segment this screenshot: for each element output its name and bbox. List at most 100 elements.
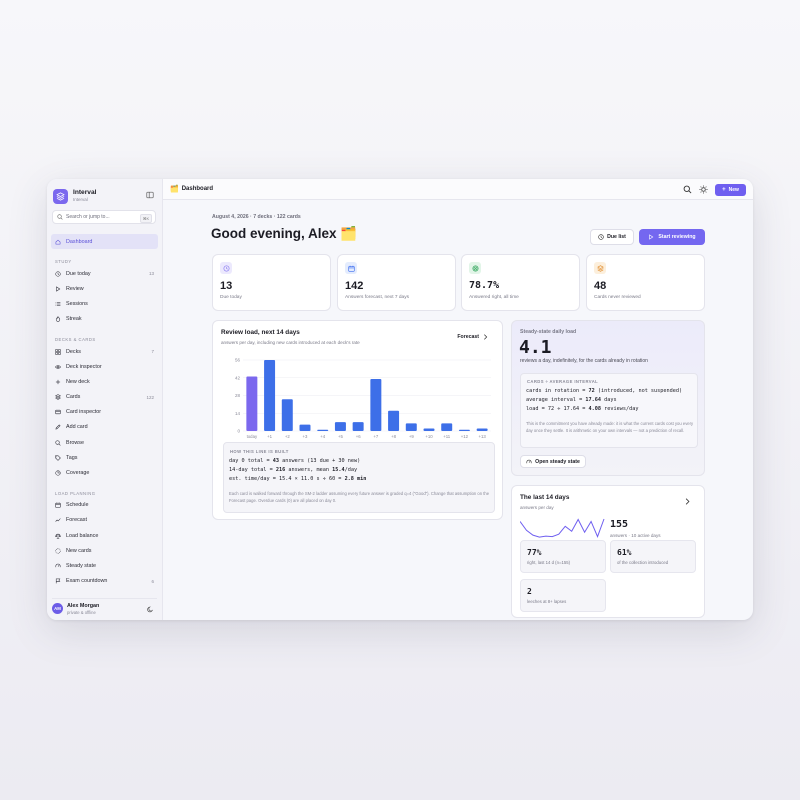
sidebar-item-schedule[interactable]: Schedule <box>51 498 158 513</box>
due-list-button[interactable]: Due list <box>590 229 634 245</box>
sidebar-item-dashboard[interactable]: Dashboard <box>51 234 158 250</box>
bar[interactable] <box>352 422 364 431</box>
sidebar-item-label: Forecast <box>66 517 87 524</box>
tile-label: right, last 14 d (n=155) <box>527 560 571 565</box>
bar[interactable] <box>476 428 488 431</box>
sidebar-item-exam-countdown[interactable]: Exam countdown 6 <box>51 574 158 589</box>
bar[interactable] <box>441 423 453 431</box>
code-segment: answers, mean <box>285 467 333 473</box>
bar[interactable] <box>370 379 382 431</box>
bar[interactable] <box>423 428 435 431</box>
open-steady-state-button[interactable]: Open steady state <box>520 455 586 468</box>
sidebar-item-review[interactable]: Review <box>51 281 158 296</box>
x-tick-label: +7 <box>373 434 379 439</box>
bar[interactable] <box>317 429 329 431</box>
steady-value: 4.1 <box>519 337 552 358</box>
new-button-label: New <box>728 187 739 193</box>
bar[interactable] <box>264 360 276 431</box>
chevron-right-icon[interactable] <box>685 498 690 505</box>
stat-card[interactable]: 13 Due today <box>212 254 331 311</box>
search-icon <box>57 214 63 220</box>
x-tick-label: +11 <box>443 434 451 439</box>
user-name: Alex Morgan <box>67 602 100 609</box>
sidebar-item-tags[interactable]: Tags <box>51 450 158 465</box>
sidebar-item-browse[interactable]: Browse <box>51 435 158 450</box>
moon-icon[interactable] <box>147 606 154 613</box>
sidebar-item-cards[interactable]: Cards 122 <box>51 390 158 405</box>
code-segment: cards in rotation = <box>526 388 589 394</box>
sidebar-toggle-icon[interactable] <box>146 191 154 199</box>
clock-icon <box>598 234 604 240</box>
sun-icon[interactable] <box>699 185 708 194</box>
sidebar-item-decks[interactable]: Decks 7 <box>51 344 158 359</box>
grid-icon <box>55 348 61 355</box>
sidebar-item-new-deck[interactable]: New deck <box>51 374 158 389</box>
bar[interactable] <box>458 429 470 431</box>
stat-value: 48 <box>594 280 607 292</box>
sidebar-item-streak[interactable]: Streak <box>51 312 158 327</box>
bar[interactable] <box>388 410 400 431</box>
stat-label: Answered right, all time <box>469 295 519 300</box>
bar[interactable] <box>281 399 293 431</box>
bar[interactable] <box>334 422 346 431</box>
search-icon[interactable] <box>683 185 692 194</box>
steady-box: CARDS ÷ AVERAGE INTERVAL cards in rotati… <box>520 373 698 448</box>
sidebar-item-label: Load balance <box>66 532 99 539</box>
sidebar-item-load-balance[interactable]: Load balance <box>51 528 158 543</box>
how-built-box: HOW THIS LINE IS BUILT day 0 total = 43 … <box>223 442 495 513</box>
stat-value: 13 <box>220 280 233 292</box>
forecast-link[interactable]: Forecast <box>457 334 488 340</box>
search-input[interactable]: Search or jump to... ⌘K <box>52 210 156 224</box>
new-button[interactable]: + New <box>715 184 746 196</box>
code-segment: 2.8 min <box>344 476 367 482</box>
sidebar-item-count: 13 <box>148 271 154 277</box>
start-reviewing-button[interactable]: Start reviewing <box>639 229 705 245</box>
steady-note: This is the commitment you have already … <box>526 421 694 433</box>
sidebar-item-forecast[interactable]: Forecast <box>51 513 158 528</box>
review-load-subtitle: answers per day, including new cards int… <box>221 340 360 345</box>
sidebar-item-label: Deck inspector <box>66 363 102 370</box>
stat-icon-wrap <box>594 262 606 274</box>
app-sub: Interval <box>73 197 88 202</box>
code-segment: average interval = <box>526 397 586 403</box>
sidebar-item-due-today[interactable]: Due today 13 <box>51 266 158 281</box>
sidebar-item-deck-inspector[interactable]: Deck inspector <box>51 359 158 374</box>
stat-label: Cards never reviewed <box>594 295 641 300</box>
sidebar-item-coverage[interactable]: Coverage <box>51 465 158 480</box>
sidebar-item-sessions[interactable]: Sessions <box>51 297 158 312</box>
eye-icon <box>55 365 61 369</box>
stat-card[interactable]: 78.7% Answered right, all time <box>461 254 580 311</box>
layers-icon <box>55 394 61 400</box>
tile-value: 61% <box>617 548 632 557</box>
stat-label: Due today <box>220 295 242 300</box>
stat-value: 142 <box>345 280 364 292</box>
last14-tile: 61% of the collection introduced <box>610 540 696 573</box>
last14-subtitle: answers per day <box>520 505 554 510</box>
sidebar-section-title: STUDY <box>55 259 72 265</box>
user-profile[interactable]: AM Alex Morgan private & offline <box>52 598 157 615</box>
list-icon <box>55 302 61 306</box>
bar[interactable] <box>405 423 417 431</box>
y-tick-label: 56 <box>235 358 241 363</box>
sidebar-item-card-inspector[interactable]: Card inspector <box>51 405 158 420</box>
sidebar-item-add-card[interactable]: Add card <box>51 420 158 435</box>
sidebar-item-new-cards[interactable]: New cards <box>51 543 158 558</box>
app-name: Interval <box>73 189 97 196</box>
sidebar-item-steady-state[interactable]: Steady state <box>51 558 158 573</box>
code-segment: 14-day total = <box>229 467 276 473</box>
bar[interactable] <box>246 376 258 431</box>
code-segment: day 0 total = <box>229 458 273 464</box>
x-tick-label: +13 <box>478 434 486 439</box>
stat-card[interactable]: 142 Answers forecast, next 7 days <box>337 254 456 311</box>
plus-icon: + <box>722 187 726 193</box>
sidebar-nav: Dashboard STUDY Due today 13 Review Sessi… <box>51 234 158 589</box>
code-segment: est. time/day = 15.4 × 11.0 s ÷ 60 = <box>229 476 345 482</box>
code-segment: 15.4 <box>332 467 345 473</box>
sidebar-item-label: Due today <box>66 270 91 277</box>
bar[interactable] <box>299 424 311 431</box>
code-segment: days <box>600 397 617 403</box>
sidebar-item-label: Steady state <box>66 562 96 569</box>
sidebar-item-label: New deck <box>66 378 90 385</box>
stat-card[interactable]: 48 Cards never reviewed <box>586 254 705 311</box>
clock-icon <box>55 271 61 277</box>
